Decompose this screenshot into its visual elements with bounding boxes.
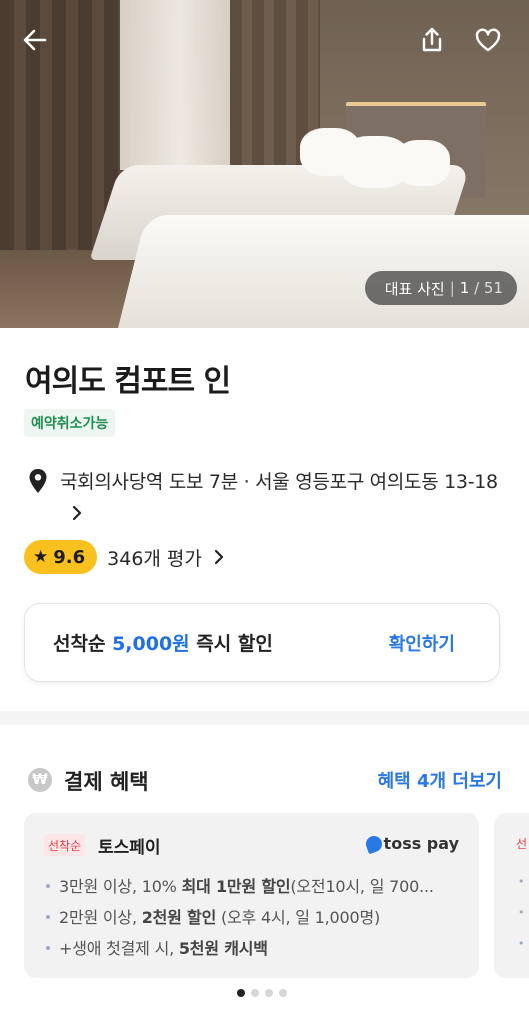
benefit-card-next[interactable]: 선 • • • — [494, 813, 529, 978]
cancel-available-tag: 예약취소가능 — [24, 409, 116, 437]
location-text: 국회의사당역 도보 7분 · 서울 영등포구 여의도동 13-18 — [60, 466, 510, 530]
favorite-button[interactable] — [470, 22, 506, 58]
benefit-card-items: 3만원 이상, 10% 최대 1만원 할인(오전10시, 일 700... 2만… — [46, 871, 466, 964]
toss-logo-mark — [363, 833, 384, 854]
section-divider — [0, 711, 529, 725]
location-address: 국회의사당역 도보 7분 · 서울 영등포구 여의도동 13-18 — [60, 471, 498, 493]
rating-badge: ★ 9.6 — [24, 540, 98, 574]
photo-counter-total: 51 — [483, 279, 503, 297]
star-icon: ★ — [33, 547, 49, 567]
list-item: 2만원 이상, 2천원 할인 (오후 4시, 일 1,000명) — [46, 902, 466, 933]
benefit-card-tag: 선착순 — [44, 834, 86, 856]
list-item: +생애 첫결제 시, 5천원 캐시백 — [46, 933, 466, 964]
back-button[interactable] — [17, 22, 53, 58]
photo-counter-label: 대표 사진 — [384, 279, 445, 298]
pager-dot-active[interactable] — [237, 989, 245, 997]
coupon-banner[interactable]: 선착순 5,000원 즉시 할인 확인하기 — [24, 603, 500, 682]
photo-pillow — [395, 140, 450, 186]
back-arrow-icon — [23, 29, 47, 51]
payment-benefits-header: ₩ 결제 혜택 혜택 4개 더보기 — [28, 764, 502, 796]
pager-dot[interactable] — [265, 989, 273, 997]
payment-benefits-title: 결제 혜택 — [64, 770, 149, 794]
rating-score: 9.6 — [53, 546, 86, 568]
pager-dot[interactable] — [279, 989, 287, 997]
benefits-more-link[interactable]: 혜택 4개 더보기 — [378, 767, 502, 793]
coupon-amount: 5,000원 — [112, 633, 190, 655]
photo-window — [120, 0, 240, 170]
bullet: • — [518, 875, 525, 888]
coupon-text: 선착순 5,000원 즉시 할인 — [53, 629, 273, 656]
benefit-card-title: 토스페이 — [98, 838, 161, 858]
toss-logo-icon: toss pay — [363, 833, 459, 854]
list-item: 3만원 이상, 10% 최대 1만원 할인(오전10시, 일 700... — [46, 871, 466, 902]
coupon-prefix: 선착순 — [53, 633, 113, 655]
hotel-name: 여의도 컴포트 인 — [25, 364, 231, 399]
bullet: • — [518, 937, 525, 950]
bullet: • — [518, 906, 525, 919]
benefit-card-tosspay[interactable]: 선착순 토스페이 toss pay 3만원 이상, 10% 최대 1만원 할인(… — [24, 813, 479, 978]
chevron-right-icon — [210, 548, 228, 566]
location-pin-icon — [29, 469, 47, 493]
photo-counter-separator: | — [449, 279, 455, 297]
pager-dot[interactable] — [251, 989, 259, 997]
benefit-card-tag: 선 — [516, 837, 528, 851]
rating-row[interactable]: ★ 9.6 346개 평가 — [24, 540, 228, 574]
chevron-right-icon — [72, 505, 82, 521]
share-button[interactable] — [414, 22, 450, 58]
share-icon — [422, 27, 442, 52]
photo-counter[interactable]: 대표 사진 | 1 / 51 — [364, 271, 517, 305]
toss-logo-text: toss pay — [383, 834, 459, 853]
coupon-suffix: 즉시 할인 — [189, 633, 273, 655]
review-count: 346개 평가 — [107, 547, 202, 570]
photo-counter-slash: / — [469, 279, 484, 297]
photo-counter-index: 1 — [459, 279, 470, 297]
heart-icon — [475, 28, 501, 52]
coupon-confirm-button[interactable]: 확인하기 — [389, 630, 455, 656]
carousel-pager — [237, 989, 287, 997]
won-icon: ₩ — [28, 768, 52, 792]
